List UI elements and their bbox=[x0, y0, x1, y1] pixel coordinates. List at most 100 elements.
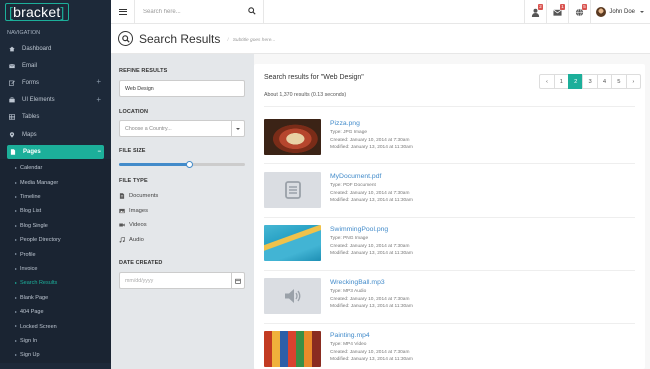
sidebar: NAVIGATION Dashboard Email Forms + UI El… bbox=[0, 24, 111, 369]
submenu-item-calendar[interactable]: Calendar bbox=[0, 161, 111, 175]
search-icon bbox=[118, 31, 133, 46]
result-created: Created: January 10, 2014 at 7:30am bbox=[330, 243, 410, 249]
results-heading: Search results for "Web Design" bbox=[264, 74, 364, 81]
page-5-button[interactable]: 5 bbox=[611, 74, 627, 89]
filetype-videos[interactable]: Videos bbox=[119, 218, 158, 233]
expand-icon[interactable]: + bbox=[96, 78, 101, 86]
result-modified: Modified: January 13, 2014 at 11:30am bbox=[330, 198, 413, 203]
search-input[interactable] bbox=[143, 9, 243, 15]
sidebar-item-pages[interactable]: Pages − bbox=[7, 145, 104, 160]
submenu-item-profile[interactable]: Profile bbox=[0, 247, 111, 261]
submenu-item-invoice[interactable]: Invoice bbox=[0, 262, 111, 276]
users-notification-button[interactable]: 2 bbox=[524, 0, 546, 24]
submenu-item-locked-screen[interactable]: Locked Screen bbox=[0, 319, 111, 333]
results-panel: Search results for "Web Design" About 1,… bbox=[254, 64, 645, 369]
submenu-item-sign-up[interactable]: Sign Up bbox=[0, 348, 111, 362]
submenu-item-404-page[interactable]: 404 Page bbox=[0, 305, 111, 319]
refine-panel: REFINE RESULTS Web Design LOCATION Choos… bbox=[111, 54, 254, 369]
messages-notification-button[interactable]: 1 bbox=[546, 0, 568, 24]
result-thumbnail[interactable] bbox=[264, 119, 321, 155]
user-name: John Doe bbox=[609, 9, 635, 15]
map-marker-icon bbox=[9, 131, 15, 138]
page-4-button[interactable]: 4 bbox=[596, 74, 613, 89]
filetype-images[interactable]: Images bbox=[119, 204, 158, 219]
submenu-item-media-manager[interactable]: Media Manager bbox=[0, 176, 111, 190]
divider bbox=[264, 323, 635, 324]
result-thumbnail[interactable] bbox=[264, 278, 321, 314]
result-thumbnail[interactable] bbox=[264, 331, 321, 367]
filetype-label: Audio bbox=[129, 236, 144, 243]
filetype-audio[interactable]: Audio bbox=[119, 233, 158, 248]
sidebar-item-tables[interactable]: Tables bbox=[0, 109, 111, 126]
nav-title: NAVIGATION bbox=[7, 30, 41, 36]
avatar bbox=[596, 7, 607, 17]
app-logo[interactable]: [bracket] bbox=[5, 3, 69, 21]
result-thumbnail[interactable] bbox=[264, 225, 321, 261]
submenu-item-search-results[interactable]: Search Results bbox=[0, 276, 111, 290]
music-icon bbox=[119, 236, 125, 243]
submenu-item-timeline[interactable]: Timeline bbox=[0, 190, 111, 204]
country-select[interactable]: Choose a Country... bbox=[119, 120, 245, 137]
page-subtitle: Subtitle goes here... bbox=[227, 38, 276, 43]
filesize-label: FILE SIZE bbox=[119, 148, 146, 154]
suitcase-icon bbox=[9, 97, 15, 103]
user-menu[interactable]: John Doe bbox=[590, 0, 650, 24]
result-title-link[interactable]: MyDocument.pdf bbox=[330, 173, 381, 180]
result-title-link[interactable]: Painting.mp4 bbox=[330, 332, 370, 339]
file-icon bbox=[10, 149, 16, 155]
slider-handle[interactable] bbox=[186, 161, 194, 168]
divider bbox=[264, 106, 635, 107]
sidebar-item-maps[interactable]: Maps bbox=[0, 126, 111, 143]
query-input[interactable]: Web Design bbox=[119, 80, 245, 97]
search-icon[interactable] bbox=[248, 7, 256, 15]
calendar-icon[interactable] bbox=[231, 273, 244, 288]
result-title-link[interactable]: WreckingBall.mp3 bbox=[330, 279, 385, 286]
header-search bbox=[135, 0, 264, 24]
menu-toggle-button[interactable] bbox=[111, 0, 135, 24]
submenu-item-people-directory[interactable]: People Directory bbox=[0, 233, 111, 247]
expand-icon[interactable]: + bbox=[96, 95, 101, 103]
result-thumbnail[interactable] bbox=[264, 172, 321, 208]
sidebar-item-ui-elements[interactable]: UI Elements + bbox=[0, 92, 111, 109]
chevron-down-icon bbox=[640, 11, 644, 13]
chevron-down-icon[interactable] bbox=[231, 121, 244, 136]
date-input[interactable]: mm/dd/yyyy bbox=[119, 272, 245, 289]
result-title-link[interactable]: SwimmingPool.png bbox=[330, 226, 388, 233]
page-2-button[interactable]: 2 bbox=[568, 74, 584, 89]
pages-submenu: Calendar Media Manager Timeline Blog Lis… bbox=[0, 159, 111, 363]
globe-notification-button[interactable]: 5 bbox=[568, 0, 590, 24]
result-modified: Modified: January 13, 2014 at 11:30am bbox=[330, 251, 413, 256]
page-1-button[interactable]: 1 bbox=[553, 74, 570, 89]
result-type: Type: PNG Image bbox=[330, 236, 369, 241]
submenu-item-sign-in[interactable]: Sign In bbox=[0, 334, 111, 348]
result-modified: Modified: January 13, 2014 at 11:30am bbox=[330, 145, 413, 150]
sidebar-item-dashboard[interactable]: Dashboard bbox=[0, 40, 111, 57]
filetype-list: Documents Images Videos Audio bbox=[119, 189, 158, 247]
sidebar-item-email[interactable]: Email bbox=[0, 57, 111, 74]
filesize-slider[interactable] bbox=[119, 161, 245, 168]
collapse-icon[interactable]: − bbox=[97, 149, 101, 155]
sidebar-item-label: UI Elements bbox=[22, 97, 55, 104]
pagination: ‹ 1 2 3 4 5 › bbox=[539, 74, 641, 89]
sidebar-item-forms[interactable]: Forms + bbox=[0, 74, 111, 91]
filetype-documents[interactable]: Documents bbox=[119, 189, 158, 204]
sidebar-item-label: Maps bbox=[22, 131, 37, 138]
results-summary: About 1,370 results (0.13 seconds) bbox=[264, 92, 347, 98]
page-prev-button[interactable]: ‹ bbox=[539, 74, 555, 89]
filetype-label: Videos bbox=[129, 222, 147, 229]
submenu-item-blank-page[interactable]: Blank Page bbox=[0, 291, 111, 305]
location-label: LOCATION bbox=[119, 109, 149, 115]
submenu-item-blog-single[interactable]: Blog Single bbox=[0, 219, 111, 233]
page-3-button[interactable]: 3 bbox=[582, 74, 598, 89]
date-placeholder: mm/dd/yyyy bbox=[125, 277, 154, 284]
page-next-button[interactable]: › bbox=[625, 74, 641, 89]
sidebar-item-label: Pages bbox=[23, 149, 41, 156]
result-created: Created: January 10, 2014 at 7:30am bbox=[330, 137, 410, 143]
date-label: DATE CREATED bbox=[119, 260, 163, 266]
result-title-link[interactable]: Pizza.png bbox=[330, 120, 360, 127]
submenu-item-blog-list[interactable]: Blog List bbox=[0, 204, 111, 218]
divider bbox=[264, 270, 635, 271]
notification-badge: 2 bbox=[537, 4, 544, 10]
envelope-icon bbox=[9, 63, 15, 68]
result-modified: Modified: January 13, 2014 at 11:30am bbox=[330, 304, 413, 309]
